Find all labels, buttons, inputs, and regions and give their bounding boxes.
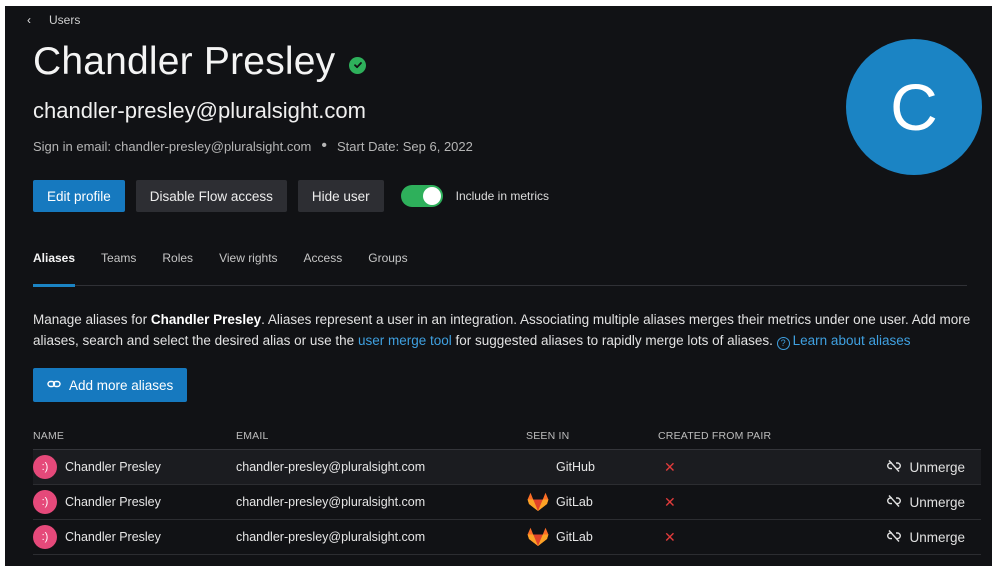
- col-seen-in: SEEN IN: [526, 429, 570, 442]
- col-email: EMAIL: [236, 429, 269, 442]
- unmerge-button[interactable]: Unmerge: [858, 494, 981, 511]
- aliases-description: Manage aliases for Chandler Presley. Ali…: [33, 309, 978, 351]
- alias-email: chandler-presley@pluralsight.com: [236, 460, 426, 474]
- alias-name-cell: :) Chandler Presley: [33, 525, 236, 549]
- table-header: NAME EMAIL SEEN IN CREATED FROM PAIR: [33, 422, 981, 450]
- start-date: Start Date: Sep 6, 2022: [337, 138, 473, 154]
- desc-user-name: Chandler Presley: [150, 312, 262, 327]
- add-more-aliases-label: Add more aliases: [69, 377, 174, 393]
- x-mark-icon: ✕: [664, 528, 676, 545]
- col-created-from-pair: CREATED FROM PAIR: [658, 429, 772, 442]
- unmerge-button[interactable]: Unmerge: [858, 459, 981, 476]
- toggle-knob: [422, 187, 441, 205]
- user-name-row: Chandler Presley: [33, 40, 367, 84]
- created-from-pair-cell: ✕: [658, 459, 858, 476]
- disable-flow-access-button[interactable]: Disable Flow access: [135, 180, 287, 212]
- action-bar: Edit profile Disable Flow access Hide us…: [33, 180, 549, 212]
- learn-about-aliases-link[interactable]: ? Learn about aliases: [776, 333, 911, 350]
- learn-link-label: Learn about aliases: [792, 333, 911, 348]
- unmerge-label: Unmerge: [909, 459, 965, 475]
- edit-profile-button[interactable]: Edit profile: [33, 180, 125, 212]
- back-to-users-link[interactable]: ‹ Users: [27, 13, 80, 27]
- user-detail-page: ‹ Users Chandler Presley chandler-presle…: [5, 6, 992, 566]
- back-label: Users: [49, 13, 81, 27]
- desc-text-3: for suggested aliases to rapidly merge l…: [451, 333, 777, 348]
- alias-email: chandler-presley@pluralsight.com: [236, 530, 426, 544]
- gitlab-icon: [526, 526, 550, 548]
- unlink-icon: [886, 459, 902, 476]
- page-title: Chandler Presley: [33, 40, 336, 83]
- chevron-left-icon: ‹: [27, 13, 31, 27]
- sign-in-email: Sign in email: chandler-presley@pluralsi…: [33, 138, 312, 154]
- user-merge-tool-link[interactable]: user merge tool: [358, 333, 452, 348]
- x-mark-icon: ✕: [664, 458, 676, 475]
- link-icon: [47, 377, 61, 394]
- hide-user-button[interactable]: Hide user: [297, 180, 384, 212]
- separator-dot: •: [321, 137, 327, 154]
- include-in-metrics-label: Include in metrics: [455, 189, 549, 203]
- unmerge-button[interactable]: Unmerge: [858, 529, 981, 546]
- alias-avatar: :): [33, 525, 57, 549]
- alias-avatar: :): [33, 455, 57, 479]
- unlink-icon: [886, 529, 902, 546]
- tab-aliases[interactable]: Aliases: [33, 250, 76, 287]
- table-row: :) Chandler Presley chandler-presley@plu…: [33, 450, 981, 485]
- unmerge-label: Unmerge: [909, 529, 965, 545]
- verified-check-icon: [349, 56, 367, 74]
- alias-seen-in: GitHub: [526, 456, 658, 478]
- alias-name: Chandler Presley: [65, 495, 161, 509]
- tab-bar: Aliases Teams Roles View rights Access G…: [33, 250, 967, 287]
- tab-access[interactable]: Access: [304, 250, 343, 286]
- include-in-metrics-toggle[interactable]: [400, 185, 443, 207]
- alias-seen-in: GitLab: [526, 491, 658, 513]
- user-email: chandler-presley@pluralsight.com: [33, 98, 366, 123]
- user-avatar: C: [846, 39, 982, 175]
- user-meta: Sign in email: chandler-presley@pluralsi…: [33, 137, 473, 155]
- desc-text-1: Manage aliases for: [33, 312, 151, 327]
- alias-name-cell: :) Chandler Presley: [33, 490, 236, 514]
- alias-name: Chandler Presley: [65, 530, 161, 544]
- alias-email: chandler-presley@pluralsight.com: [236, 495, 426, 509]
- gitlab-icon: [526, 491, 550, 513]
- tab-roles[interactable]: Roles: [162, 250, 193, 286]
- unlink-icon: [886, 494, 902, 511]
- alias-seen-in: GitLab: [526, 526, 658, 548]
- created-from-pair-cell: ✕: [658, 529, 858, 546]
- alias-name-cell: :) Chandler Presley: [33, 455, 236, 479]
- seen-in-label: GitHub: [556, 460, 595, 474]
- seen-in-label: GitLab: [556, 530, 593, 544]
- add-more-aliases-button[interactable]: Add more aliases: [33, 368, 188, 402]
- tab-teams[interactable]: Teams: [101, 250, 136, 286]
- tab-groups[interactable]: Groups: [368, 250, 407, 286]
- github-icon: [526, 456, 550, 478]
- x-mark-icon: ✕: [664, 493, 676, 510]
- seen-in-label: GitLab: [556, 495, 593, 509]
- tab-view-rights[interactable]: View rights: [219, 250, 277, 286]
- col-name: NAME: [33, 429, 65, 442]
- created-from-pair-cell: ✕: [658, 494, 858, 511]
- aliases-table: NAME EMAIL SEEN IN CREATED FROM PAIR :) …: [33, 422, 981, 555]
- help-circle-icon: ?: [776, 337, 790, 350]
- table-row: :) Chandler Presley chandler-presley@plu…: [33, 520, 981, 555]
- table-row: :) Chandler Presley chandler-presley@plu…: [33, 485, 981, 520]
- alias-avatar: :): [33, 490, 57, 514]
- unmerge-label: Unmerge: [909, 494, 965, 510]
- alias-name: Chandler Presley: [65, 460, 161, 474]
